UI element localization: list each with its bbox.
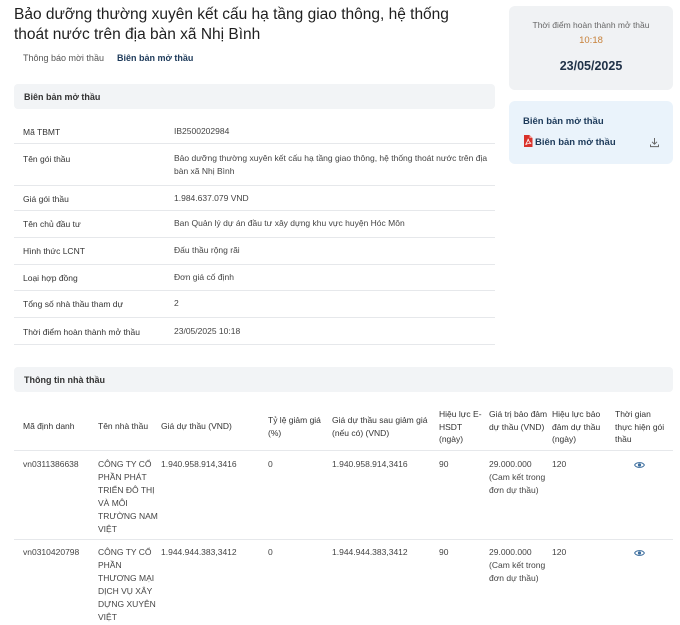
info-value: 2 (174, 298, 179, 308)
completion-time: 10:18 (579, 35, 603, 46)
eye-icon[interactable] (634, 461, 645, 469)
info-section-header: Biên bản mở thầu (14, 84, 495, 109)
info-row: Tổng số nhà thầu tham dự 2 (14, 291, 495, 318)
cell-bid-after: 1.940.958.914,3416 (332, 459, 408, 469)
cell-validity: 90 (439, 459, 449, 469)
cell-guarantee: 29.000.000 (489, 459, 532, 469)
tab-invitation[interactable]: Thông báo mời thầu (23, 53, 104, 63)
info-value: Bảo dưỡng thường xuyên kết cấu hạ tầng g… (174, 153, 488, 176)
column-header-validity: Hiệu lực E-HSDT (ngày) (439, 409, 482, 444)
column-header-id: Mã định danh (23, 421, 75, 431)
table-row-divider (14, 539, 673, 540)
pdf-icon (524, 135, 533, 147)
info-label: Tên chủ đầu tư (23, 219, 81, 229)
completion-time-card: Thời điểm hoàn thành mở thầu 10:18 23/05… (509, 6, 673, 90)
completion-label: Thời điểm hoàn thành mở thầu (532, 20, 650, 30)
cell-bid: 1.940.958.914,3416 (161, 459, 237, 469)
info-value: 1.984.637.079 VND (174, 193, 249, 203)
documents-title: Biên bản mở thầu (523, 116, 604, 127)
column-header-guarantee: Giá trị bảo đảm dự thầu (VND) (489, 409, 548, 432)
cell-discount: 0 (268, 459, 273, 469)
cell-id: vn0310420798 (23, 547, 80, 557)
cell-bid-after: 1.944.944.383,3412 (332, 547, 408, 557)
eye-icon[interactable] (634, 549, 645, 557)
info-label: Tổng số nhà thầu tham dự (23, 299, 124, 309)
info-row: Thời điểm hoàn thành mở thầu 23/05/2025 … (14, 318, 495, 345)
info-row: Mã TBMT IB2500202984 (14, 117, 495, 144)
opening-minutes-link[interactable]: Biên bản mở thầu (535, 137, 616, 148)
info-value: Đơn giá cố định (174, 272, 234, 282)
contractors-section-header: Thông tin nhà thầu (14, 367, 673, 392)
cell-bid: 1.944.944.383,3412 (161, 547, 237, 557)
completion-date: 23/05/2025 (559, 59, 623, 73)
page-title: Bảo dưỡng thường xuyên kết cấu hạ tầng g… (14, 6, 449, 43)
table-header-divider (14, 450, 673, 451)
cell-guarantee-validity: 120 (552, 547, 567, 557)
info-value: 23/05/2025 10:18 (174, 326, 241, 336)
tab-opening-minutes[interactable]: Biên bản mở thầu (117, 53, 193, 63)
info-row: Loại hợp đồng Đơn giá cố định (14, 265, 495, 291)
info-row: Tên gói thầu Bảo dưỡng thường xuyên kết … (14, 144, 495, 186)
cell-name: CÔNG TY CỔ PHẦN THƯƠNG MẠI DỊCH VỤ XÂY D… (98, 547, 156, 622)
cell-guarantee-validity: 120 (552, 459, 567, 469)
info-label: Loại hợp đồng (23, 273, 78, 283)
info-row: Giá gói thầu 1.984.637.079 VND (14, 186, 495, 211)
info-value: Ban Quản lý dự án đầu tư xây dựng khu vự… (174, 218, 405, 228)
download-icon[interactable] (649, 137, 660, 148)
cell-guarantee-note: (Cam kết trong đơn dự thầu) (489, 560, 546, 583)
info-label: Tên gói thầu (23, 154, 71, 164)
info-value: IB2500202984 (174, 126, 230, 136)
cell-discount: 0 (268, 547, 273, 557)
column-header-duration: Thời gian thực hiện gói thầu (615, 409, 665, 444)
cell-name: CÔNG TY CỔ PHẦN PHÁT TRIỂN ĐÔ THỊ VÀ MÔI… (98, 459, 158, 534)
info-label: Mã TBMT (23, 127, 61, 137)
column-header-bid-after-discount: Giá dự thầu sau giảm giá (nếu có) (VND) (332, 415, 428, 438)
column-header-name: Tên nhà thầu (98, 421, 149, 431)
info-label: Thời điểm hoàn thành mở thầu (23, 327, 140, 337)
cell-id: vn0311386638 (23, 459, 79, 469)
cell-validity: 90 (439, 547, 449, 557)
cell-guarantee-note: (Cam kết trong đơn dự thầu) (489, 472, 546, 495)
info-row: Tên chủ đầu tư Ban Quản lý dự án đầu tư … (14, 211, 495, 238)
info-label: Giá gói thầu (23, 194, 69, 204)
column-header-discount: Tỷ lệ giảm giá (%) (268, 415, 321, 438)
documents-card: Biên bản mở thầu Biên bản mở thầu (509, 101, 673, 164)
column-header-bid: Giá dự thầu (VND) (161, 421, 232, 431)
info-row: Hình thức LCNT Đấu thầu rộng rãi (14, 238, 495, 265)
info-value: Đấu thầu rộng rãi (174, 245, 240, 255)
column-header-guarantee-validity: Hiệu lực bảo đảm dự thầu (ngày) (552, 409, 601, 444)
info-label: Hình thức LCNT (23, 246, 85, 256)
cell-guarantee: 29.000.000 (489, 547, 532, 557)
